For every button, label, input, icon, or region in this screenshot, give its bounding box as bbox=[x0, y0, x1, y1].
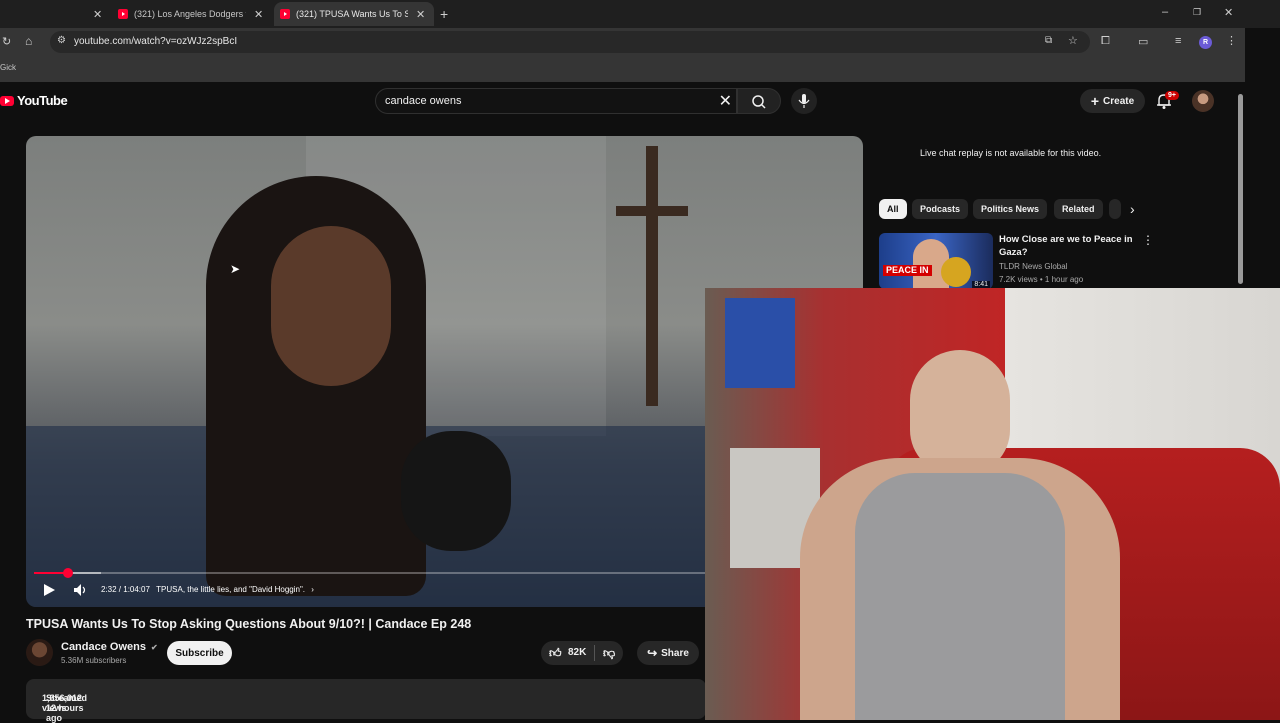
description-box[interactable]: 1,656,012 views Streamed 12 hours ago bbox=[26, 679, 706, 723]
verified-badge-icon: ✔ bbox=[151, 643, 158, 652]
tab-label: (321) Los Angeles Dodgers vs P bbox=[134, 9, 246, 19]
presenter-face bbox=[271, 226, 391, 386]
browser-toolbar: ↻ ⌂ ⚙ youtube.com/watch?v=ozWJz2spBcI ⧉ … bbox=[0, 28, 1245, 56]
notification-badge: 9+ bbox=[1165, 91, 1179, 100]
home-icon[interactable]: ⌂ bbox=[25, 34, 32, 48]
crucifix-decoration bbox=[646, 146, 658, 406]
share-label: Share bbox=[661, 647, 689, 659]
thumbnail-medal bbox=[941, 257, 971, 287]
webcam-person-head bbox=[910, 350, 1010, 475]
browser-tab-3-active[interactable]: (321) TPUSA Wants Us To Stop bbox=[274, 2, 434, 26]
browser-tab-1[interactable] bbox=[0, 2, 108, 26]
address-bar[interactable]: ⚙ youtube.com/watch?v=ozWJz2spBcI ⧉ ☆ bbox=[50, 31, 1090, 53]
volume-icon[interactable] bbox=[73, 583, 89, 597]
subscribe-button[interactable]: Subscribe bbox=[167, 641, 232, 665]
tab-close-icon[interactable]: ✕ bbox=[93, 8, 102, 21]
time-display: 2:32 / 1:04:07 TPUSA, the little lies, a… bbox=[101, 585, 314, 594]
split-view-icon[interactable]: ▭ bbox=[1138, 35, 1148, 48]
webcam-box bbox=[725, 298, 795, 388]
media-control-icon[interactable]: ≡ bbox=[1175, 35, 1181, 47]
search-query: candace owens bbox=[385, 95, 462, 107]
video-duration: 8:41 bbox=[972, 281, 990, 288]
new-tab-icon[interactable]: + bbox=[440, 6, 448, 22]
recommendation-title[interactable]: How Close are we to Peace in Gaza? bbox=[999, 233, 1139, 259]
search-icon bbox=[752, 95, 766, 109]
youtube-favicon-icon bbox=[280, 9, 290, 19]
browser-tab-2[interactable]: (321) Los Angeles Dodgers vs P bbox=[112, 2, 262, 26]
tab-label: (321) TPUSA Wants Us To Stop bbox=[296, 9, 408, 19]
like-divider bbox=[594, 645, 595, 661]
page-scrollbar[interactable] bbox=[1236, 82, 1245, 288]
browser-tab-strip: ✕ (321) Los Angeles Dodgers vs P ✕ (321)… bbox=[0, 0, 1280, 28]
chat-replay-message: Live chat replay is not available for th… bbox=[920, 148, 1102, 158]
share-button[interactable]: ↪ Share bbox=[637, 641, 699, 665]
mouse-cursor-icon: ➤ bbox=[230, 262, 241, 276]
time-text: 2:32 / 1:04:07 bbox=[101, 585, 150, 594]
bookmark-item[interactable]: Gick bbox=[0, 63, 16, 72]
reload-icon[interactable]: ↻ bbox=[2, 35, 11, 48]
recommendation-thumbnail[interactable]: PEACE IN 8:41 bbox=[879, 233, 993, 289]
chapter-chevron-icon[interactable]: › bbox=[311, 585, 314, 594]
profile-avatar[interactable]: R bbox=[1199, 36, 1212, 49]
chip-all[interactable]: All bbox=[879, 199, 907, 219]
minimize-icon[interactable]: – bbox=[1162, 6, 1168, 18]
scrollbar-thumb[interactable] bbox=[1238, 94, 1243, 284]
voice-search-button[interactable] bbox=[791, 88, 817, 114]
chapter-title[interactable]: TPUSA, the little lies, and "David Hoggi… bbox=[156, 585, 305, 594]
studio-microphone bbox=[401, 431, 511, 551]
clear-search-icon[interactable]: ✕ bbox=[719, 91, 732, 111]
extensions-icon[interactable]: ⧠ bbox=[1101, 35, 1110, 48]
window-close-icon[interactable]: ✕ bbox=[1224, 6, 1233, 19]
thumbnail-text: PEACE IN bbox=[883, 265, 932, 276]
like-icon[interactable]: 👍︎ bbox=[549, 646, 562, 661]
chip-related[interactable]: Related bbox=[1054, 199, 1103, 219]
chip-politics-news[interactable]: Politics News bbox=[973, 199, 1048, 219]
youtube-favicon-icon bbox=[118, 9, 128, 19]
dislike-icon[interactable]: 👎︎ bbox=[603, 646, 615, 661]
create-button[interactable]: + Create bbox=[1080, 89, 1145, 113]
recommendation-channel[interactable]: TLDR News Global bbox=[999, 262, 1067, 271]
channel-name-text: Candace Owens bbox=[61, 641, 146, 653]
streamed-time: Streamed 12 hours ago bbox=[46, 693, 88, 723]
crucifix-arm bbox=[616, 206, 688, 216]
tab-close-icon[interactable]: ✕ bbox=[254, 8, 263, 21]
chip-overflow[interactable] bbox=[1109, 199, 1121, 219]
chip-podcasts[interactable]: Podcasts bbox=[912, 199, 969, 219]
share-icon: ↪ bbox=[647, 646, 658, 660]
channel-avatar[interactable] bbox=[26, 639, 53, 666]
restore-icon[interactable]: ❐ bbox=[1193, 7, 1201, 18]
like-count[interactable]: 82K bbox=[568, 647, 586, 658]
progress-scrubber[interactable] bbox=[62, 568, 73, 578]
plus-icon: + bbox=[1090, 93, 1100, 109]
account-avatar[interactable] bbox=[1192, 90, 1214, 112]
webcam-tank-top bbox=[855, 473, 1065, 720]
video-title: TPUSA Wants Us To Stop Asking Questions … bbox=[26, 617, 472, 631]
webcam-overlay bbox=[705, 288, 1280, 720]
subscriber-count: 5.36M subscribers bbox=[61, 656, 127, 665]
youtube-logo[interactable]: YouTube bbox=[0, 93, 68, 108]
bookmarks-bar: Gick bbox=[0, 56, 1245, 82]
microphone-icon bbox=[798, 94, 810, 108]
search-input[interactable]: candace owens ✕ bbox=[375, 88, 737, 114]
chips-next-chevron-icon[interactable]: › bbox=[1130, 201, 1135, 217]
create-label: Create bbox=[1103, 95, 1135, 107]
site-info-icon[interactable]: ⚙ bbox=[57, 35, 66, 46]
bookmark-star-icon[interactable]: ☆ bbox=[1068, 34, 1078, 47]
browser-menu-icon[interactable]: ⋮ bbox=[1226, 34, 1237, 47]
tab-close-icon[interactable]: ✕ bbox=[416, 8, 425, 21]
logo-text: YouTube bbox=[17, 93, 68, 108]
url-text: youtube.com/watch?v=ozWJz2spBcI bbox=[74, 36, 238, 47]
recommendation-meta: 7.2K views • 1 hour ago bbox=[999, 275, 1084, 284]
install-app-icon[interactable]: ⧉ bbox=[1045, 35, 1052, 46]
channel-name[interactable]: Candace Owens ✔ bbox=[61, 641, 158, 653]
play-icon[interactable] bbox=[42, 583, 56, 597]
like-dislike-group: 👍︎ 82K 👎︎ bbox=[541, 641, 623, 665]
search-button[interactable] bbox=[737, 88, 781, 114]
more-options-icon[interactable]: ⋮ bbox=[1142, 233, 1154, 247]
youtube-logo-icon bbox=[0, 95, 14, 106]
